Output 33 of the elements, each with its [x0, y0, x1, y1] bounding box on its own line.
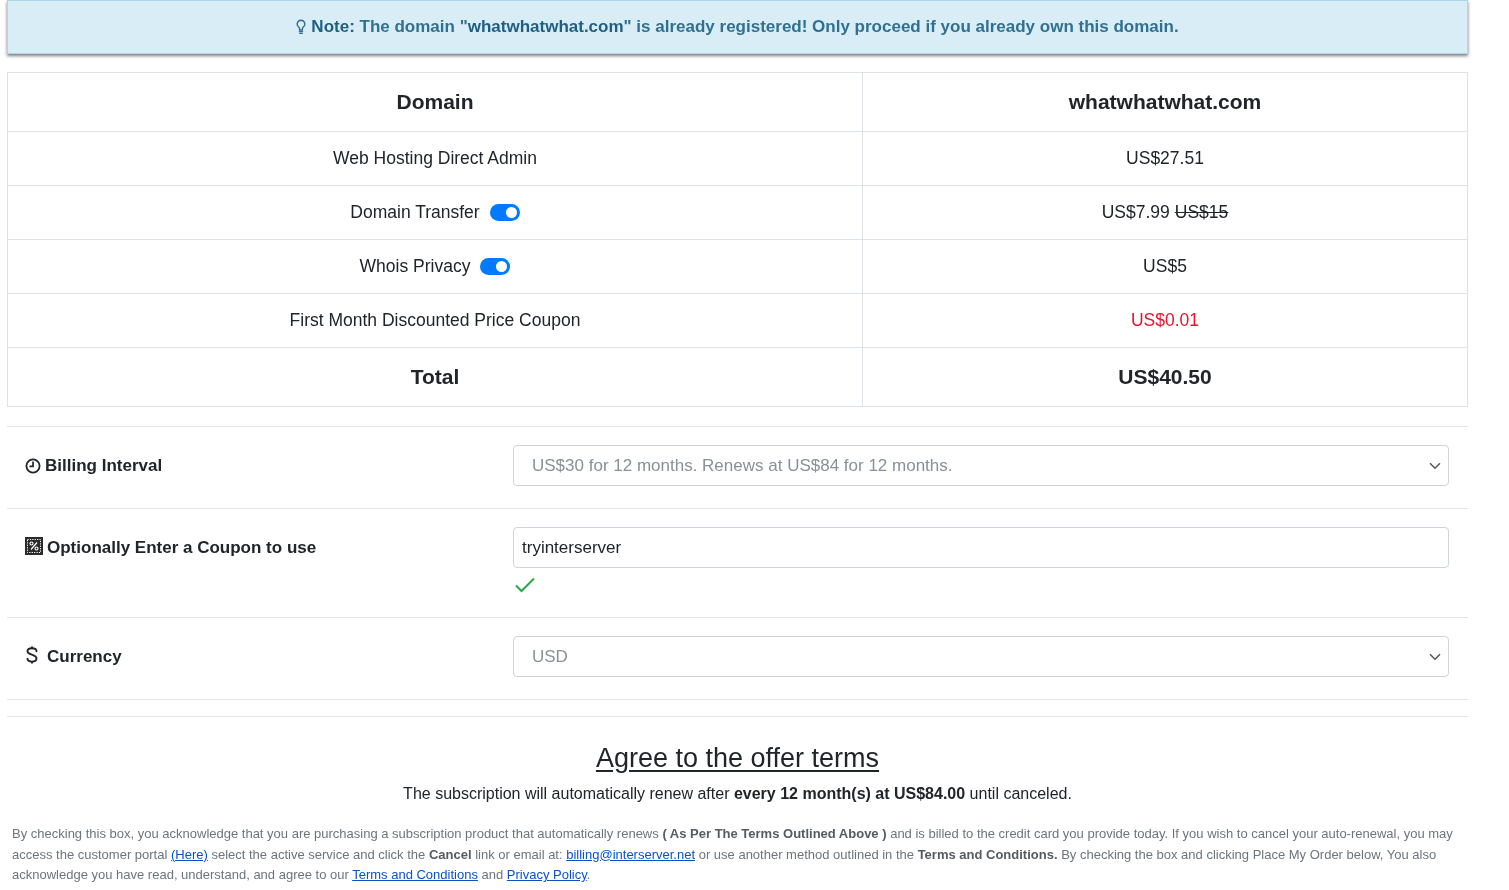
renewal-text: The subscription will automatically renew after every 12 month(s) at US$84.00 until canceled.	[402, 784, 1073, 804]
link[interactable]: (Here)	[170, 846, 208, 862]
dollar-icon	[25, 646, 39, 664]
input-field[interactable]: tryinterserver	[513, 527, 1449, 568]
item-label: First Month Discounted Price Coupon	[289, 310, 581, 331]
item-label: Whois Privacy	[359, 256, 471, 277]
item-price: US$5	[1143, 256, 1187, 277]
coupon-icon	[25, 536, 43, 555]
item-price: US$27.51	[1126, 148, 1204, 169]
item-price: US$7.99	[1101, 202, 1170, 223]
field-label: Optionally Enter a Coupon to use	[47, 537, 317, 558]
toggle-switch[interactable]	[489, 204, 520, 221]
field-label: Billing Interval	[45, 455, 163, 476]
clock-icon	[25, 457, 41, 474]
link[interactable]: Terms and Conditions	[352, 867, 478, 882]
total-label: Total	[410, 365, 460, 388]
lightbulb-icon	[296, 19, 307, 35]
domain-name: whatwhatwhat.com	[1068, 90, 1262, 113]
original-price: US$15	[1174, 202, 1229, 223]
field-label: Currency	[47, 646, 122, 667]
item-label: Web Hosting Direct Admin	[333, 148, 537, 169]
link[interactable]: billing@interserver.net	[566, 846, 696, 862]
chevron-down-icon	[1429, 652, 1441, 661]
legal-text: By checking this box, you acknowledge that you are purchasing a subscription product that automatically renews ( As Per The Terms Outlined Above ) and is billed to the credit card you provide today. If you wish to cancel your auto-renewal, you may access the customer portal (Here) select the active service and click the Cancel link or email at: billing@interserver.net or use another method outlined in the Terms and Conditions. By checking the box and clicking Place My Order below, You also acknowledge you have read, understand, and agree to our Terms and Conditions and Privacy Policy.	[11, 825, 1454, 884]
terms-heading: Agree to the offer terms	[595, 742, 880, 774]
item-label: Domain Transfer	[350, 202, 480, 223]
toggle-switch[interactable]	[480, 258, 511, 275]
notice-text: Note: The domain "whatwhatwhat.com" is already registered! Only proceed if you already own this domain.	[311, 17, 1179, 37]
discount-price: US$0.01	[1130, 310, 1200, 331]
link[interactable]: Privacy Policy	[506, 867, 587, 882]
total-price: US$40.50	[1118, 365, 1212, 388]
chevron-down-icon	[1429, 461, 1441, 470]
column-header: Domain	[396, 90, 474, 113]
